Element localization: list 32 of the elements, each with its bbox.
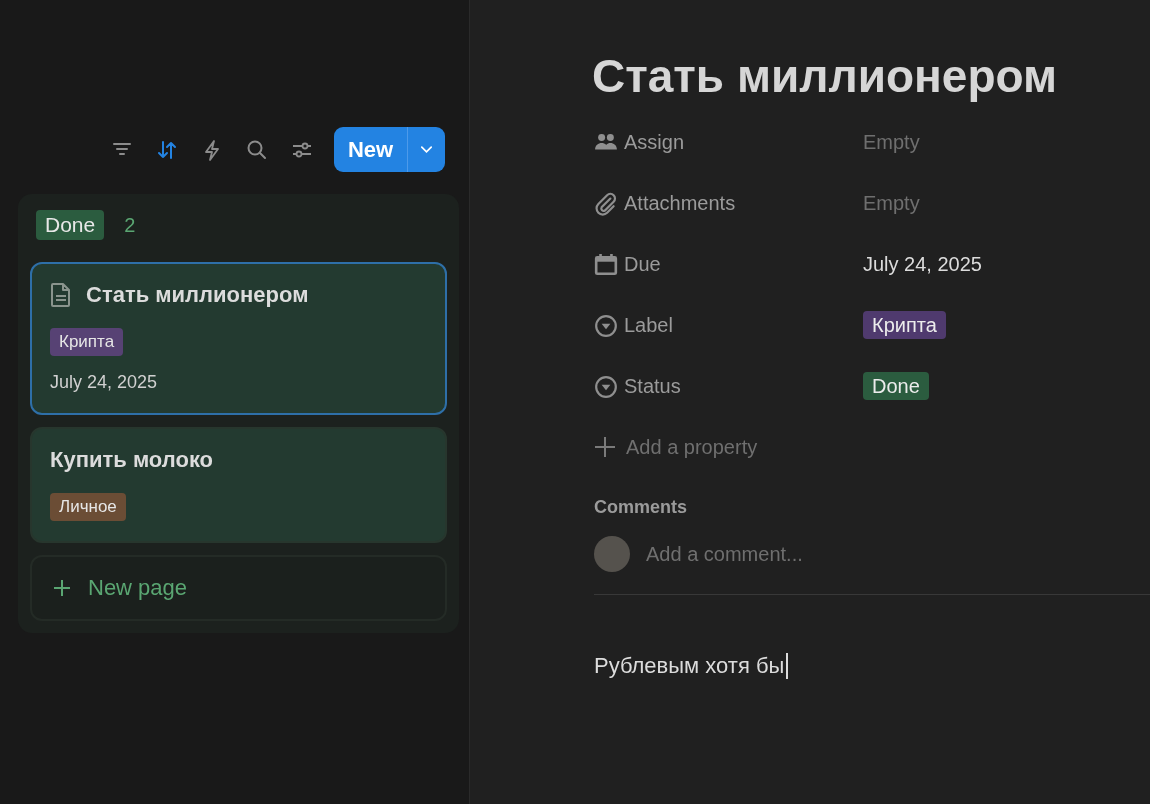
page-title: Стать миллионером <box>592 49 1059 104</box>
label-tag: Крипта <box>50 328 124 356</box>
property-label: Due <box>624 253 661 276</box>
avatar <box>594 536 630 572</box>
plus-icon <box>594 436 616 458</box>
property-label: Label <box>624 314 673 337</box>
document-icon <box>50 282 72 308</box>
new-button[interactable]: New <box>334 127 407 172</box>
new-page-button[interactable]: New page <box>30 555 447 621</box>
status-tag: Done <box>36 210 105 240</box>
chevron-icon <box>421 145 432 154</box>
circle-caret-icon <box>594 313 618 338</box>
comments-heading: Comments <box>594 497 688 518</box>
card-title: Купить молоко <box>50 447 214 473</box>
card-title: Стать миллионером <box>86 282 309 308</box>
property-label: Status <box>624 375 681 398</box>
property-value[interactable]: July 24, 2025 <box>863 253 982 275</box>
card-date: July 24, 2025 <box>50 372 159 393</box>
board-card[interactable]: Стать миллионером Крипта July 24, 2025 <box>30 262 447 415</box>
new-page-label: New page <box>88 575 188 601</box>
property-tag[interactable]: Done <box>863 372 929 400</box>
circle-caret-icon <box>594 374 618 399</box>
property-label: Assign <box>624 131 685 154</box>
page-body-text[interactable]: Рублевым хотя бы <box>594 653 789 679</box>
card-count: 2 <box>124 213 136 237</box>
paperclip-icon <box>594 191 618 216</box>
property-label: Attachments <box>624 192 736 215</box>
plus-icon <box>52 578 72 598</box>
property-tag[interactable]: Крипта <box>863 311 946 339</box>
board-card[interactable]: Купить молоко Личное <box>30 427 447 543</box>
label-tag: Личное <box>50 493 126 521</box>
calendar-icon <box>594 252 618 277</box>
